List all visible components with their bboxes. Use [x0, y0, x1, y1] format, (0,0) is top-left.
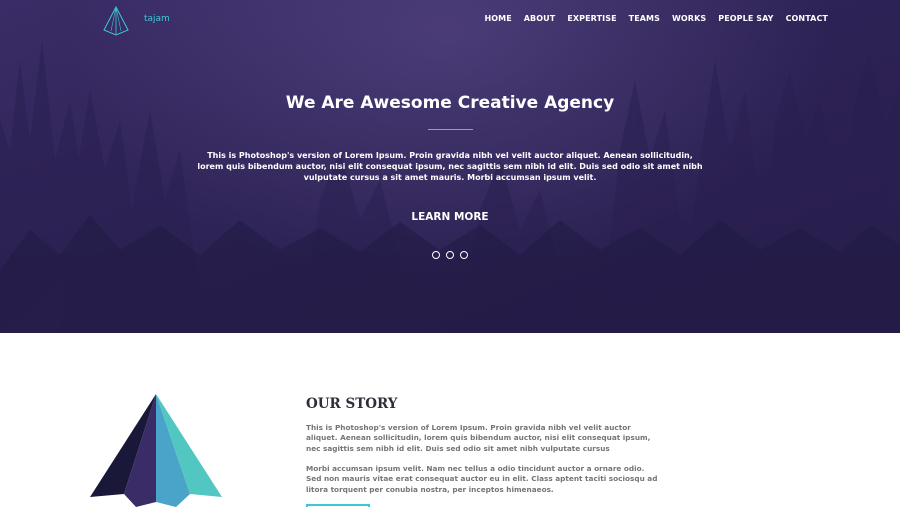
slider-dot-2[interactable] [446, 251, 454, 259]
learn-more-button[interactable]: LEARN MORE [400, 211, 500, 223]
nav-item-works[interactable]: WORKS [672, 14, 706, 23]
story-title: OUR STORY [306, 396, 398, 412]
slider-dot-3[interactable] [460, 251, 468, 259]
nav-item-expertise[interactable]: EXPERTISE [567, 14, 616, 23]
pyramid-illustration-icon [90, 394, 222, 507]
hero-title: We Are Awesome Creative Agency [285, 93, 615, 113]
nav-item-contact[interactable]: CONTACT [786, 14, 828, 23]
slider-dot-1[interactable] [432, 251, 440, 259]
hero-divider [428, 129, 473, 130]
slider-dots [432, 251, 468, 259]
nav-item-people-say[interactable]: PEOPLE SAY [718, 14, 773, 23]
pyramid-logo-icon[interactable] [102, 6, 130, 36]
hero-section: tajam HOME ABOUT EXPERTISE TEAMS WORKS P… [0, 0, 900, 333]
main-nav: HOME ABOUT EXPERTISE TEAMS WORKS PEOPLE … [484, 14, 828, 23]
hero-description: This is Photoshop's version of Lorem Ips… [197, 151, 703, 182]
nav-item-teams[interactable]: TEAMS [629, 14, 660, 23]
brand-name[interactable]: tajam [144, 14, 170, 24]
story-paragraph-2: Morbi accumsan ipsum velit. Nam nec tell… [306, 464, 658, 494]
nav-item-home[interactable]: HOME [484, 14, 511, 23]
story-paragraph-1: This is Photoshop's version of Lorem Ips… [306, 423, 651, 453]
nav-item-about[interactable]: ABOUT [524, 14, 556, 23]
